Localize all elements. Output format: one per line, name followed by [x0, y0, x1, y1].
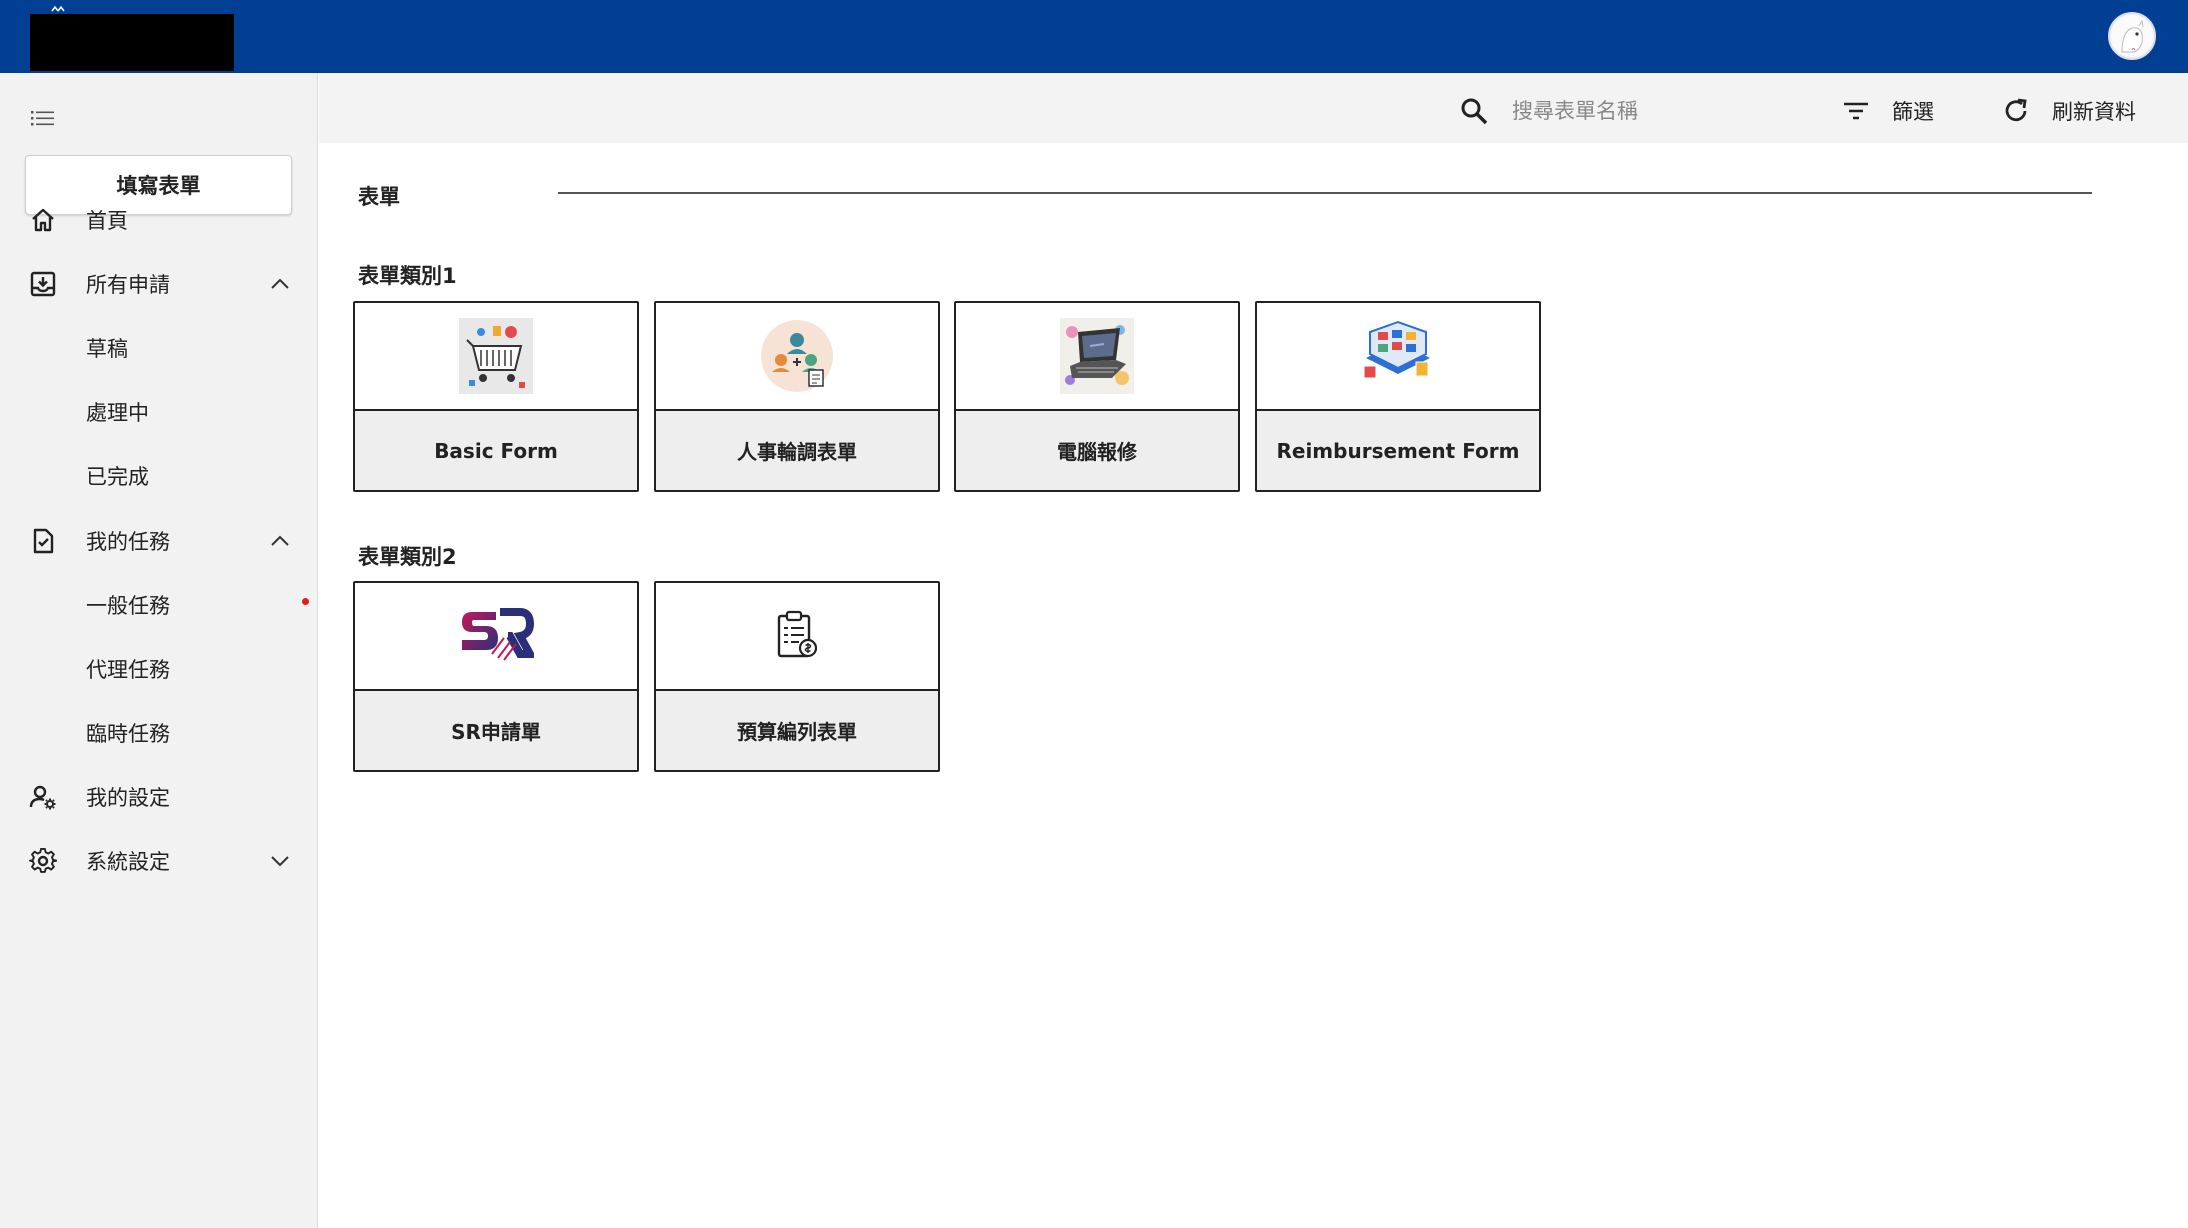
- sidebar-item-label: 所有申請: [86, 273, 170, 297]
- sidebar-item-system-settings[interactable]: 系統設定: [0, 834, 318, 888]
- search-input[interactable]: [1512, 91, 1772, 131]
- card-image: [956, 303, 1238, 411]
- card-label: Reimbursement Form: [1257, 411, 1539, 490]
- sidebar-item-all-applications[interactable]: 所有申請: [0, 257, 318, 311]
- sidebar-item-label: 臨時任務: [86, 722, 170, 746]
- sidebar-item-label: 系統設定: [86, 850, 170, 874]
- category-title: 表單類別2: [358, 545, 457, 569]
- sidebar-item-my-tasks[interactable]: 我的任務: [0, 514, 318, 568]
- sidebar-item-completed[interactable]: 已完成: [0, 449, 318, 503]
- filter-label: 篩選: [1892, 100, 1934, 124]
- refresh-button[interactable]: 刷新資料: [2000, 88, 2170, 134]
- form-card-reimbursement[interactable]: Reimbursement Form: [1255, 301, 1541, 492]
- search-icon[interactable]: [1458, 95, 1490, 127]
- form-card-computer-repair[interactable]: 電腦報修: [954, 301, 1240, 492]
- sidebar-item-my-settings[interactable]: 我的設定: [0, 770, 318, 824]
- card-label: SR申請單: [355, 691, 637, 770]
- sidebar-item-label: 處理中: [86, 401, 149, 425]
- sidebar-item-label: 草稿: [86, 337, 128, 361]
- sidebar-item-delegate-tasks[interactable]: 代理任務: [0, 642, 318, 696]
- section-title: 表單: [358, 185, 400, 209]
- chevron-up-icon[interactable]: [266, 527, 294, 555]
- sidebar-item-drafts[interactable]: 草稿: [0, 321, 318, 375]
- sidebar-item-label: 我的設定: [86, 786, 170, 810]
- section-divider: [558, 192, 2092, 194]
- sidebar-item-home[interactable]: 首頁: [0, 193, 318, 247]
- inbox-download-icon: [28, 269, 58, 299]
- sidebar: 填寫表單 首頁 所有申請 草稿 處理中 已完成 我的任務 一般任務 代理任務 臨…: [0, 73, 318, 1228]
- sidebar-item-label: 我的任務: [86, 530, 170, 554]
- form-card-basic-form[interactable]: Basic Form: [353, 301, 639, 492]
- people-rotation-icon: [761, 320, 833, 392]
- shopping-cart-icon: [459, 318, 533, 394]
- filter-icon: [1844, 102, 1868, 120]
- sidebar-item-label: 已完成: [86, 465, 149, 489]
- home-icon: [28, 205, 58, 235]
- logo-mark-icon: [51, 6, 65, 12]
- clipboard-budget-icon: [777, 610, 818, 658]
- sidebar-item-label: 一般任務: [86, 594, 170, 618]
- task-check-icon: [28, 526, 58, 556]
- card-image: [656, 303, 938, 411]
- form-card-sr-request[interactable]: SR申請單: [353, 581, 639, 772]
- menu-list-icon[interactable]: [28, 103, 58, 133]
- form-card-budget[interactable]: 預算編列表單: [654, 581, 940, 772]
- chevron-down-icon[interactable]: [266, 847, 294, 875]
- user-settings-icon: [28, 782, 58, 812]
- avatar-icon: [2111, 15, 2153, 57]
- sr-logo-icon: [462, 608, 534, 661]
- refresh-label: 刷新資料: [2052, 100, 2136, 124]
- sidebar-item-label: 首頁: [86, 209, 128, 233]
- sidebar-item-label: 代理任務: [86, 658, 170, 682]
- filter-button[interactable]: 篩選: [1840, 88, 1960, 134]
- refresh-icon: [2005, 98, 2027, 122]
- card-label: Basic Form: [355, 411, 637, 490]
- chevron-up-icon[interactable]: [266, 270, 294, 298]
- top-bar: [0, 0, 2188, 73]
- form-card-hr-rotation[interactable]: 人事輪調表單: [654, 301, 940, 492]
- notification-dot: [302, 598, 309, 605]
- card-image: [355, 303, 637, 411]
- sidebar-item-general-tasks[interactable]: 一般任務: [0, 578, 318, 632]
- card-image: [1257, 303, 1539, 411]
- card-image: [355, 583, 637, 691]
- app-logo[interactable]: [30, 14, 234, 71]
- card-label: 預算編列表單: [656, 691, 938, 770]
- sidebar-item-temporary-tasks[interactable]: 臨時任務: [0, 706, 318, 760]
- user-avatar[interactable]: [2108, 12, 2156, 60]
- card-label: 電腦報修: [956, 411, 1238, 490]
- gear-icon: [28, 846, 58, 876]
- card-image: [656, 583, 938, 691]
- laptop-repair-icon: [1060, 318, 1134, 394]
- card-label: 人事輪調表單: [656, 411, 938, 490]
- sidebar-item-processing[interactable]: 處理中: [0, 385, 318, 439]
- calendar-dashboard-icon: [1363, 320, 1430, 379]
- category-title: 表單類別1: [358, 264, 457, 288]
